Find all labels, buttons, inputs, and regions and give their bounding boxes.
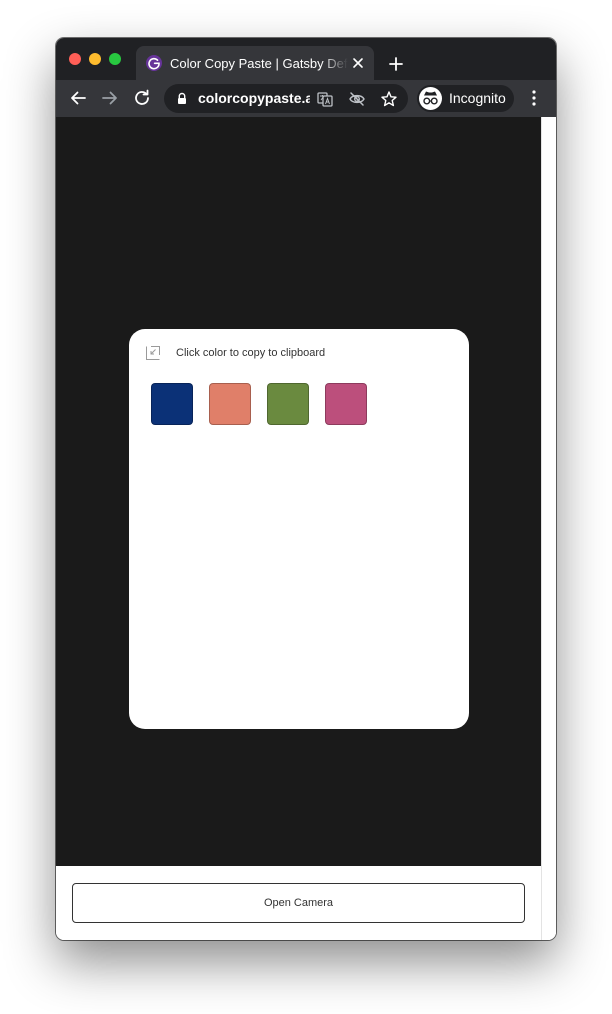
- minimize-window-button[interactable]: [89, 53, 101, 65]
- tab-title: Color Copy Paste | Gatsby Default Starte…: [170, 56, 348, 71]
- more-vertical-icon[interactable]: [526, 88, 542, 108]
- color-swatch[interactable]: [209, 383, 251, 425]
- incognito-icon: [419, 87, 442, 110]
- tracking-blocked-eye-icon[interactable]: [348, 90, 366, 108]
- bookmark-star-icon[interactable]: [380, 90, 398, 108]
- color-swatch[interactable]: [151, 383, 193, 425]
- color-swatch[interactable]: [267, 383, 309, 425]
- camera-preview-area: Click color to copy to clipboard: [56, 117, 541, 866]
- close-window-button[interactable]: [69, 53, 81, 65]
- close-tab-icon[interactable]: [350, 55, 366, 71]
- clipboard-copy-icon: [145, 345, 161, 361]
- gatsby-icon: [146, 55, 162, 71]
- address-url[interactable]: colorcopypaste.app: [198, 90, 310, 107]
- color-palette-card: Click color to copy to clipboard: [129, 329, 469, 729]
- maximize-window-button[interactable]: [109, 53, 121, 65]
- new-tab-icon[interactable]: [386, 54, 406, 74]
- browser-toolbar: colorcopypaste.app: [56, 80, 556, 117]
- page-scrollbar[interactable]: [541, 117, 556, 940]
- browser-tab[interactable]: Color Copy Paste | Gatsby Default Starte…: [136, 46, 374, 80]
- browser-window: Color Copy Paste | Gatsby Default Starte…: [56, 38, 556, 940]
- incognito-profile-chip[interactable]: Incognito: [417, 85, 514, 112]
- forward-arrow-icon[interactable]: [100, 88, 120, 108]
- back-arrow-icon[interactable]: [68, 88, 88, 108]
- lock-icon: [176, 92, 188, 105]
- reload-icon[interactable]: [132, 88, 152, 108]
- address-bar[interactable]: colorcopypaste.app: [164, 84, 408, 113]
- translate-icon[interactable]: [316, 90, 334, 108]
- page-viewport: Click color to copy to clipboard Open Ca…: [56, 117, 556, 940]
- color-swatch[interactable]: [325, 383, 367, 425]
- incognito-label: Incognito: [449, 90, 506, 106]
- browser-title-bar: Color Copy Paste | Gatsby Default Starte…: [56, 38, 556, 80]
- copy-instruction-text: Click color to copy to clipboard: [176, 347, 326, 359]
- open-camera-button[interactable]: Open Camera: [72, 883, 525, 923]
